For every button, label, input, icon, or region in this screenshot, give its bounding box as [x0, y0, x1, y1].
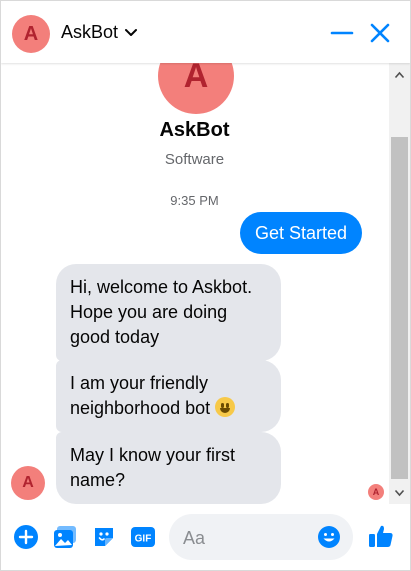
profile-name: AskBot [159, 119, 230, 141]
emoji-button[interactable] [317, 525, 341, 549]
scrollbar[interactable] [389, 63, 410, 504]
attach-photo-button[interactable] [52, 524, 78, 550]
scroll-down-arrow[interactable] [393, 487, 406, 499]
plus-icon [14, 525, 38, 549]
like-button[interactable] [368, 523, 394, 549]
gif-icon: GIF [131, 527, 155, 547]
chat-window: A AskBot A AskBot Software 9:35 PM Get S… [0, 0, 411, 571]
chevron-down-icon [125, 28, 138, 36]
chevron-down-icon [394, 489, 405, 497]
gif-label: GIF [135, 534, 152, 545]
incoming-message[interactable]: I am your friendly neighborhood bot [56, 360, 281, 432]
grinning-emoji-icon [215, 397, 236, 417]
message-text: May I know your first name? [70, 445, 236, 490]
message-text: Hi, welcome to Askbot. Hope you are doin… [70, 277, 253, 347]
incoming-message[interactable]: May I know your first name? [56, 432, 281, 504]
message-input-wrapper [169, 514, 353, 562]
chat-header: A AskBot [1, 1, 410, 63]
incoming-message[interactable]: Hi, welcome to Askbot. Hope you are doin… [56, 264, 281, 361]
message-text: I am your friendly neighborhood bot [70, 373, 211, 418]
more-actions-button[interactable] [13, 524, 39, 550]
smiley-icon [318, 526, 340, 548]
minus-icon [330, 31, 354, 35]
message-list[interactable]: A AskBot Software 9:35 PM Get Started Hi… [1, 63, 388, 504]
photo-icon [54, 526, 76, 548]
close-icon [370, 23, 390, 43]
seen-receipt-avatar: A [368, 484, 384, 500]
scroll-up-arrow[interactable] [393, 69, 406, 81]
sender-avatar: A [11, 466, 45, 500]
gif-button[interactable]: GIF [130, 524, 156, 550]
chat-title: AskBot [61, 22, 119, 42]
profile-subtitle: Software [164, 151, 225, 168]
close-button[interactable] [366, 19, 394, 47]
profile-avatar: A [158, 63, 234, 114]
minimize-button[interactable] [328, 19, 356, 47]
composer: GIF [1, 504, 410, 570]
sticker-icon [95, 528, 113, 546]
message-timestamp: 9:35 PM [170, 193, 219, 208]
sticker-button[interactable] [91, 524, 117, 550]
header-avatar[interactable]: A [12, 15, 50, 53]
chat-title-dropdown[interactable]: AskBot [61, 22, 138, 43]
message-input[interactable] [181, 514, 315, 562]
chevron-up-icon [394, 71, 405, 79]
scrollbar-thumb[interactable] [391, 137, 408, 479]
thumbs-up-icon [369, 525, 393, 547]
outgoing-message[interactable]: Get Started [239, 212, 362, 254]
